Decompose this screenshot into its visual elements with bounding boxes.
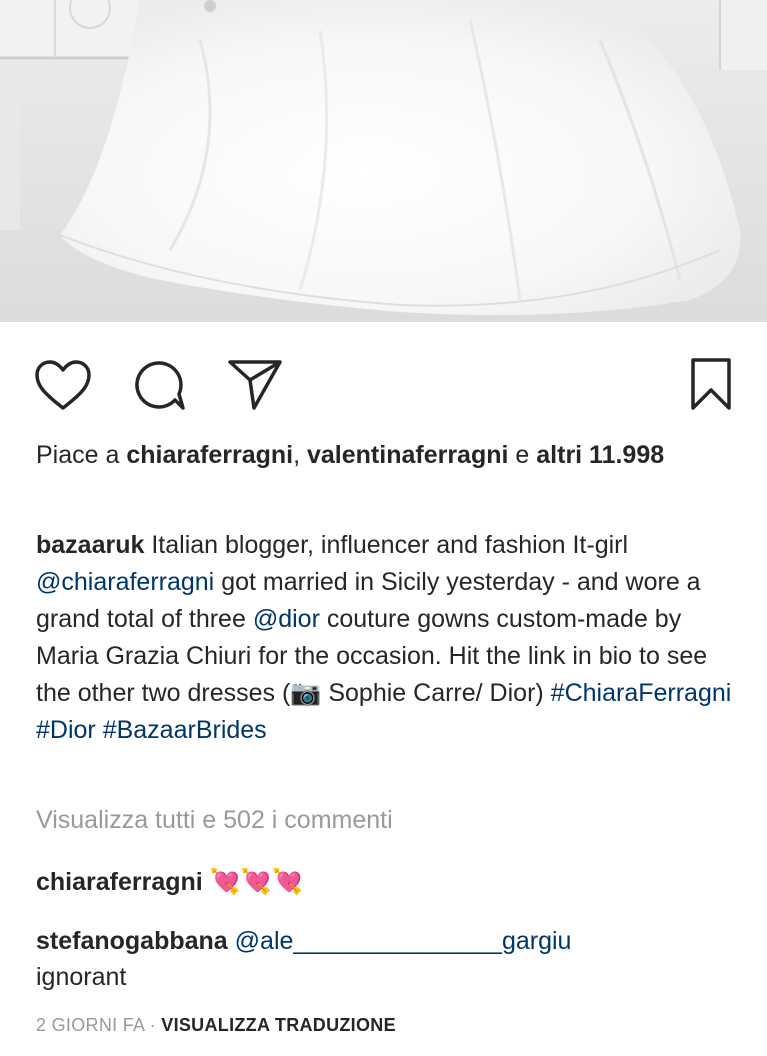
bookmark-icon[interactable] (688, 356, 734, 417)
caption-mention[interactable]: @dior (253, 605, 320, 633)
caption-username[interactable]: bazaaruk (36, 531, 144, 559)
caption-hashtag[interactable]: #BazaarBrides (103, 716, 267, 744)
post-image[interactable] (0, 0, 767, 322)
likes-others-link[interactable]: altri 11.998 (536, 441, 664, 469)
translate-link[interactable]: VISUALIZZA TRADUZIONE (161, 1015, 396, 1035)
comment-text: ignorant (36, 963, 127, 991)
post-meta: 2 GIORNI FA · VISUALIZZA TRADUZIONE (36, 1013, 396, 1037)
caption-text: Italian blogger, influencer and fashion … (151, 531, 629, 559)
caption-hashtag[interactable]: #ChiaraFerragni (551, 679, 732, 707)
likes-prefix: Piace a (36, 441, 120, 469)
heart-icon[interactable] (33, 358, 93, 417)
comment-username[interactable]: chiaraferragni (36, 868, 203, 896)
liker-username[interactable]: valentinaferragni (307, 441, 508, 469)
likes-summary: Piace a chiaraferragni, valentinaferragn… (36, 438, 736, 472)
likes-and: e (515, 441, 530, 469)
caption-hashtag[interactable]: #Dior (36, 716, 96, 744)
caption-mention[interactable]: @chiaraferragni (36, 568, 214, 596)
comment-text: 💘💘💘 (209, 868, 304, 896)
meta-separator: · (149, 1015, 156, 1035)
view-all-comments-link[interactable]: Visualizza tutti e 502 i commenti (36, 803, 393, 837)
comment-bubble-icon[interactable] (129, 358, 189, 419)
post-timestamp: 2 GIORNI FA (36, 1015, 145, 1035)
post-caption: bazaaruk Italian blogger, influencer and… (36, 527, 748, 749)
liker-username[interactable]: chiaraferragni (126, 441, 293, 469)
comment-username[interactable]: stefanogabbana (36, 927, 228, 955)
comment-item: stefanogabbana @ale_______________gargiu… (36, 923, 748, 995)
liker-separator: , (293, 441, 301, 469)
paper-plane-icon[interactable] (226, 356, 284, 417)
comment-item: chiaraferragni 💘💘💘 (36, 864, 748, 900)
comment-mention[interactable]: @ale_______________gargiu (235, 927, 572, 955)
post-actions-bar (0, 322, 767, 432)
